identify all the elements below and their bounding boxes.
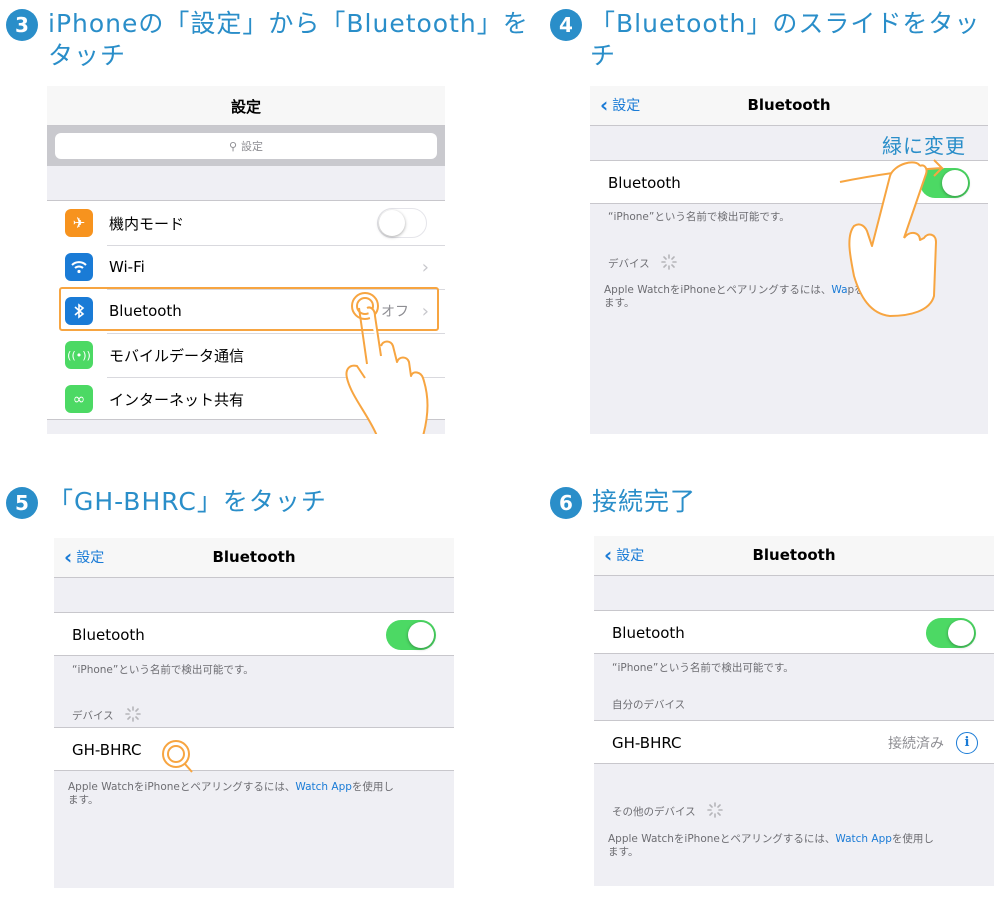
settings-screen: 設定 ⚲ 設定 ✈ 機内モード Wi-Fi › Bluetooth オフ › (… [47, 86, 445, 434]
watch-note: Apple WatchをiPhoneとペアリングするには、Watch Appを使… [608, 833, 934, 858]
device-name: GH-BHRC [612, 734, 682, 752]
step-5-title: 「GH-BHRC」をタッチ [48, 487, 327, 516]
airplane-icon: ✈ [65, 209, 93, 237]
search-bar-area: ⚲ 設定 [47, 126, 445, 166]
discoverable-note: “iPhone”という名前で検出可能です。 [608, 211, 790, 223]
other-devices-header: その他のデバイス [612, 802, 723, 822]
navbar: ‹ 設定 Bluetooth [590, 86, 988, 126]
navbar: ‹ 設定 Bluetooth [54, 538, 454, 578]
watch-note: Apple WatchをiPhoneとペアリングするには、Watch Appを使… [68, 781, 394, 806]
navbar: ‹ 設定 Bluetooth [594, 536, 994, 576]
bluetooth-row: Bluetooth [54, 613, 454, 657]
step-3-title-line2: タッチ [48, 41, 127, 70]
settings-item-wifi[interactable]: Wi-Fi › [47, 245, 445, 289]
settings-item-label: モバイルデータ通信 [109, 346, 245, 365]
info-icon[interactable]: i [956, 732, 978, 754]
bluetooth-toggle-group: Bluetooth [594, 610, 994, 654]
bluetooth-label: Bluetooth [72, 626, 145, 644]
watch-app-link[interactable]: Watch App [835, 833, 892, 845]
bluetooth-toggle-group: Bluetooth [54, 612, 454, 656]
device-row-gh-bhrc[interactable]: GH-BHRC [54, 728, 454, 772]
devices-header: デバイス [72, 706, 141, 726]
hand-pointer-icon [345, 292, 429, 434]
bluetooth-toggle[interactable] [926, 618, 976, 648]
my-device-list: GH-BHRC 接続済み i [594, 720, 994, 764]
settings-item-label: Wi-Fi [109, 258, 145, 276]
antenna-icon: ((•)) [65, 341, 93, 369]
loading-spinner-icon [661, 254, 677, 274]
airplane-mode-toggle[interactable] [377, 208, 427, 238]
device-row-gh-bhrc[interactable]: GH-BHRC 接続済み i [594, 721, 994, 765]
devices-header: デバイス [608, 254, 677, 274]
device-status: 接続済み [888, 736, 944, 752]
wifi-icon [65, 253, 93, 281]
step-number-6: 6 [550, 487, 582, 519]
search-icon: ⚲ [228, 139, 238, 153]
navbar: 設定 [47, 86, 445, 126]
device-list: GH-BHRC [54, 727, 454, 771]
watch-app-link[interactable]: Watch App [295, 781, 352, 793]
tap-indicator-icon [162, 740, 193, 773]
chevron-right-icon: › [421, 256, 429, 278]
nav-title: Bluetooth [212, 548, 296, 566]
bluetooth-screen-devices: ‹ 設定 Bluetooth Bluetooth “iPhone”という名前で検… [54, 538, 454, 888]
settings-item-airplane[interactable]: ✈ 機内モード [47, 201, 445, 245]
settings-item-label: インターネット共有 [109, 390, 245, 409]
bluetooth-label: Bluetooth [608, 174, 681, 192]
bluetooth-toggle[interactable] [386, 620, 436, 650]
nav-title: Bluetooth [747, 96, 831, 114]
bluetooth-screen-off: ‹ 設定 Bluetooth Bluetooth “iPhone”という名前で検… [590, 86, 988, 434]
link-icon: ∞ [65, 385, 93, 413]
loading-spinner-icon [125, 706, 141, 726]
settings-item-label: 機内モード [109, 214, 185, 233]
discoverable-note: “iPhone”という名前で検出可能です。 [612, 662, 794, 674]
nav-title: Bluetooth [752, 546, 836, 564]
bluetooth-row: Bluetooth [594, 611, 994, 655]
nav-title: 設定 [230, 98, 261, 116]
bluetooth-screen-connected: ‹ 設定 Bluetooth Bluetooth “iPhone”という名前で検… [594, 536, 994, 886]
my-devices-header: 自分のデバイス [612, 699, 686, 711]
loading-spinner-icon [707, 802, 723, 822]
device-name: GH-BHRC [72, 741, 142, 759]
step-4-title: 「Bluetooth」のスライドをタッチ [590, 9, 981, 70]
search-input[interactable]: ⚲ 設定 [55, 133, 437, 159]
step-3-title-line1: iPhoneの「設定」から「Bluetooth」を [48, 9, 529, 38]
step-number-4: 4 [550, 9, 582, 41]
swipe-hand-icon [839, 159, 945, 317]
step-6-title: 接続完了 [592, 487, 697, 516]
search-placeholder: 設定 [241, 140, 264, 153]
discoverable-note: “iPhone”という名前で検出可能です。 [72, 664, 254, 676]
step-number-3: 3 [6, 9, 38, 41]
step-number-5: 5 [6, 487, 38, 519]
bluetooth-label: Bluetooth [612, 624, 685, 642]
